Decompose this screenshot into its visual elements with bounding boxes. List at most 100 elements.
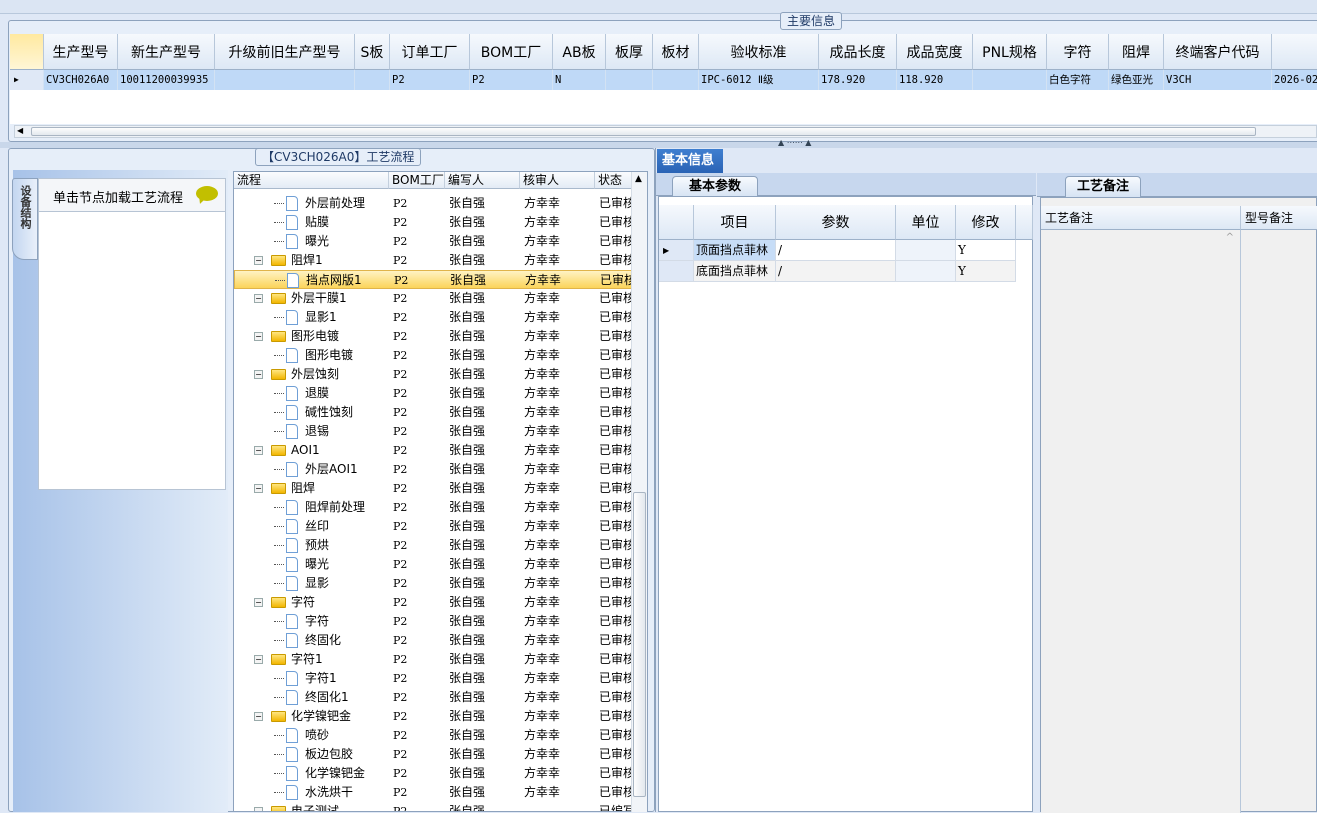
tree-row[interactable]: 显影 P2 张自强 方幸幸 已审核: [234, 574, 632, 593]
column-header[interactable]: 单位: [896, 205, 956, 240]
tree-node[interactable]: 板边包胶: [274, 745, 389, 764]
tree-node[interactable]: − 电子测试: [254, 802, 389, 811]
tab-basic-params[interactable]: 基本参数: [672, 176, 758, 197]
collapse-icon[interactable]: −: [254, 807, 263, 811]
grid-cell[interactable]: [606, 70, 653, 90]
tree-node[interactable]: 水洗烘干: [274, 783, 389, 802]
column-header[interactable]: 升级前旧生产型号: [215, 34, 355, 70]
tree-row[interactable]: 丝印 P2 张自强 方幸幸 已审核: [234, 517, 632, 536]
row-header-corner[interactable]: [10, 34, 44, 70]
row-header-corner[interactable]: [659, 205, 694, 240]
column-header[interactable]: 成品宽度: [897, 34, 973, 70]
tree-row[interactable]: 终固化 P2 张自强 方幸幸 已审核: [234, 631, 632, 650]
tree-node[interactable]: 字符1: [274, 669, 389, 688]
tree-row[interactable]: 喷砂 P2 张自强 方幸幸 已审核: [234, 726, 632, 745]
row-selector[interactable]: ▶: [659, 240, 694, 261]
grid-cell[interactable]: 178.920: [819, 70, 897, 90]
tree-row[interactable]: 曝光 P2 张自强 方幸幸 已审核: [234, 555, 632, 574]
grid-cell[interactable]: CV3CH026A0: [44, 70, 118, 90]
tree-node[interactable]: 显影: [274, 574, 389, 593]
tree-node[interactable]: 终固化: [274, 631, 389, 650]
tree-row[interactable]: 水洗烘干 P2 张自强 方幸幸 已审核: [234, 783, 632, 802]
tree-node[interactable]: 预烘: [274, 536, 389, 555]
tree-node[interactable]: 曝光: [274, 555, 389, 574]
tree-row[interactable]: 终固化1 P2 张自强 方幸幸 已审核: [234, 688, 632, 707]
tree-node[interactable]: 外层前处理: [274, 194, 389, 213]
grid-cell[interactable]: P2: [470, 70, 553, 90]
scroll-left-arrow-icon[interactable]: ◀: [17, 126, 23, 135]
column-header[interactable]: 阻焊: [1109, 34, 1164, 70]
grid-cell[interactable]: 118.920: [897, 70, 973, 90]
column-header[interactable]: AB板: [553, 34, 606, 70]
tree-node[interactable]: 曝光: [274, 232, 389, 251]
tree-row[interactable]: 板边包胶 P2 张自强 方幸幸 已审核: [234, 745, 632, 764]
grid-cell[interactable]: [653, 70, 699, 90]
tree-row[interactable]: 退膜 P2 张自强 方幸幸 已审核: [234, 384, 632, 403]
tree-row[interactable]: − 字符 P2 张自强 方幸幸 已审核: [234, 593, 632, 612]
grid-cell[interactable]: 10011200039935: [118, 70, 215, 90]
tree-row[interactable]: 字符1 P2 张自强 方幸幸 已审核: [234, 669, 632, 688]
collapse-icon[interactable]: −: [254, 294, 263, 303]
tree-node[interactable]: − 字符: [254, 593, 389, 612]
grid-cell[interactable]: P2: [390, 70, 470, 90]
tab-process-notes[interactable]: 工艺备注: [1065, 176, 1141, 197]
vertical-scrollbar-thumb[interactable]: [633, 492, 646, 797]
collapse-icon[interactable]: −: [254, 598, 263, 607]
params-cell[interactable]: Y: [956, 261, 1016, 282]
column-header[interactable]: [1272, 34, 1317, 70]
tree-node[interactable]: 丝印: [274, 517, 389, 536]
tree-node[interactable]: 图形电镀: [274, 346, 389, 365]
column-header[interactable]: PNL规格: [973, 34, 1047, 70]
tree-node[interactable]: − 阻焊: [254, 479, 389, 498]
tree-node[interactable]: 外层AOI1: [274, 460, 389, 479]
tree-row[interactable]: 挡点网版1 P2 张自强 方幸幸 已审核: [234, 270, 633, 290]
collapse-icon[interactable]: −: [254, 370, 263, 379]
tree-node[interactable]: − 图形电镀: [254, 327, 389, 346]
column-header[interactable]: 成品长度: [819, 34, 897, 70]
tree-row[interactable]: 阻焊前处理 P2 张自强 方幸幸 已审核: [234, 498, 632, 517]
tree-row[interactable]: 化学镍钯金 P2 张自强 方幸幸 已审核: [234, 764, 632, 783]
tree-row[interactable]: 显影1 P2 张自强 方幸幸 已审核: [234, 308, 632, 327]
tree-row[interactable]: − 电子测试 P2 张自强 已编写: [234, 802, 632, 811]
grid-cell[interactable]: N: [553, 70, 606, 90]
collapse-icon[interactable]: −: [254, 484, 263, 493]
tree-row[interactable]: 外层前处理 P2 张自强 方幸幸 已审核: [234, 194, 632, 213]
column-header[interactable]: 新生产型号: [118, 34, 215, 70]
params-cell[interactable]: /: [776, 240, 896, 261]
splitter-grip-icon[interactable]: ▲ ⋯⋯ ▲: [778, 138, 811, 147]
tree-row[interactable]: − 阻焊 P2 张自强 方幸幸 已审核: [234, 479, 632, 498]
row-selector[interactable]: [659, 261, 694, 282]
horizontal-scrollbar[interactable]: ◀: [14, 125, 1317, 138]
tree-row[interactable]: − 化学镍钯金 P2 张自强 方幸幸 已审核: [234, 707, 632, 726]
tree-node[interactable]: 挡点网版1: [275, 271, 390, 290]
tree-row[interactable]: − 阻焊1 P2 张自强 方幸幸 已审核: [234, 251, 632, 270]
tree-node[interactable]: 退膜: [274, 384, 389, 403]
grid-cell[interactable]: [215, 70, 355, 90]
tree-node[interactable]: − 化学镍钯金: [254, 707, 389, 726]
row-selector-icon[interactable]: ▶: [10, 70, 44, 90]
params-cell[interactable]: [896, 261, 956, 282]
tree-row[interactable]: − 字符1 P2 张自强 方幸幸 已审核: [234, 650, 632, 669]
column-header[interactable]: 订单工厂: [390, 34, 470, 70]
column-header[interactable]: 修改: [956, 205, 1016, 240]
tree-row[interactable]: − 外层蚀刻 P2 张自强 方幸幸 已审核: [234, 365, 632, 384]
collapse-icon[interactable]: −: [254, 332, 263, 341]
column-header[interactable]: 终端客户代码: [1164, 34, 1272, 70]
column-header[interactable]: 验收标准: [699, 34, 819, 70]
column-header[interactable]: 板厚: [606, 34, 653, 70]
tree-node[interactable]: − 阻焊1: [254, 251, 389, 270]
collapse-icon[interactable]: −: [254, 446, 263, 455]
tree-node[interactable]: − AOI1: [254, 441, 389, 460]
tree-node[interactable]: 碱性蚀刻: [274, 403, 389, 422]
tree-node[interactable]: 贴膜: [274, 213, 389, 232]
scrollbar-thumb[interactable]: [31, 127, 1256, 136]
grid-cell[interactable]: 2026-02-: [1272, 70, 1317, 90]
params-cell[interactable]: Y: [956, 240, 1016, 261]
tree-row[interactable]: 碱性蚀刻 P2 张自强 方幸幸 已审核: [234, 403, 632, 422]
tree-node[interactable]: 阻焊前处理: [274, 498, 389, 517]
params-cell[interactable]: /: [776, 261, 896, 282]
tree-row[interactable]: 退锡 P2 张自强 方幸幸 已审核: [234, 422, 632, 441]
tab-basic-info[interactable]: 基本信息: [657, 149, 723, 173]
column-header[interactable]: S板: [355, 34, 390, 70]
tree-node[interactable]: − 外层蚀刻: [254, 365, 389, 384]
